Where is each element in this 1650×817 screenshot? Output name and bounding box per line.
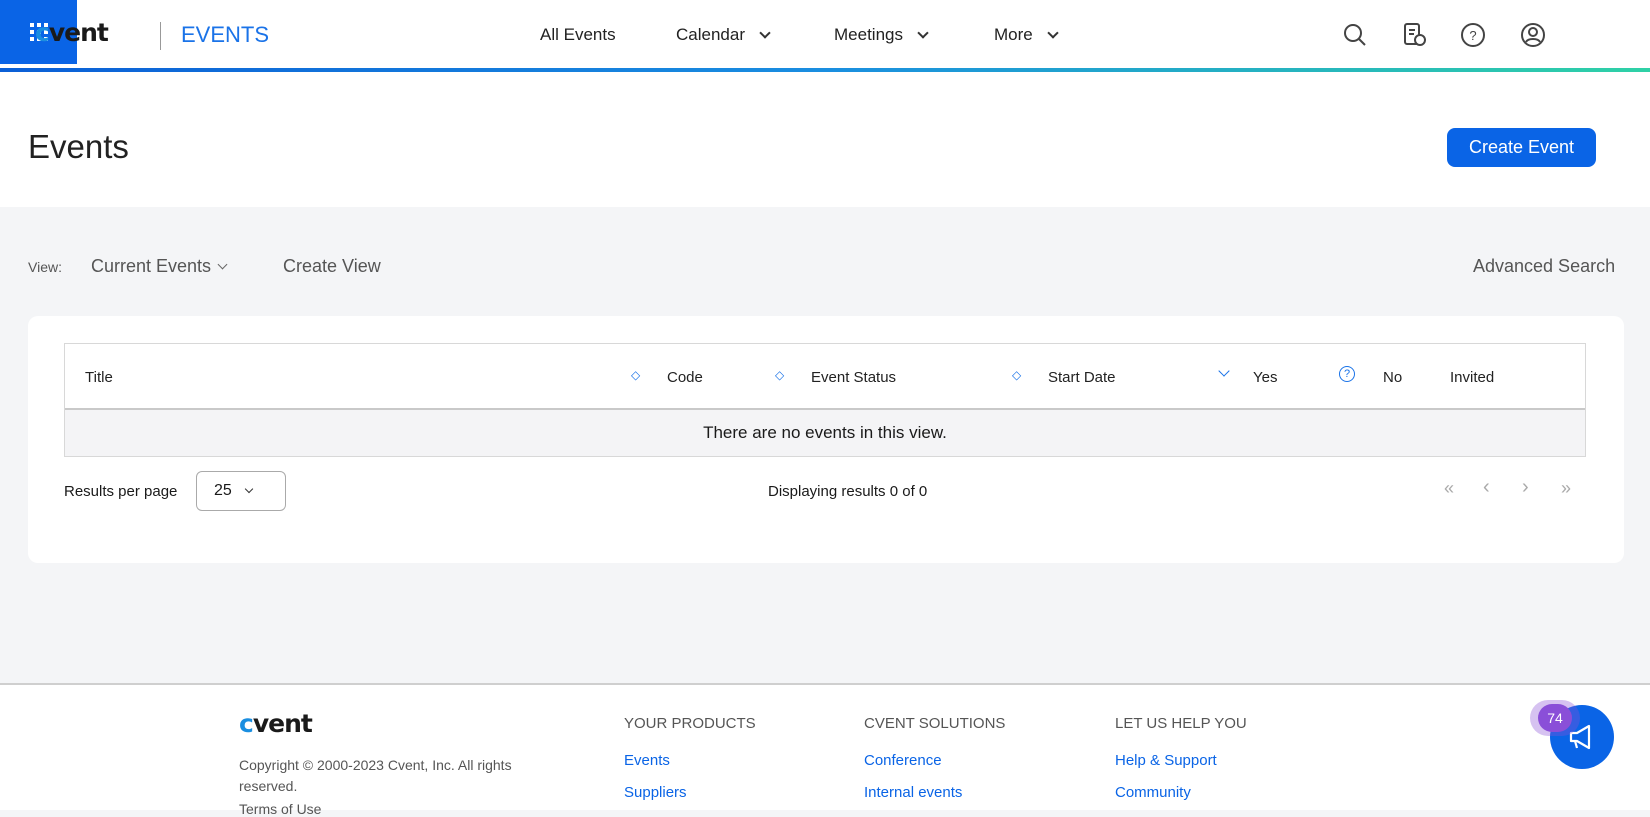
page-header: Events Create Event [0, 72, 1650, 207]
events-table: Title ◇ Code ◇ Event Status ◇ Start Date… [64, 343, 1586, 457]
nav-label: More [994, 25, 1033, 44]
sort-desc-icon[interactable] [1218, 365, 1230, 377]
footer-heading: LET US HELP YOU [1115, 715, 1247, 732]
per-page-select[interactable]: 25 [196, 471, 286, 511]
page-title: Events [28, 128, 129, 165]
footer-link-events[interactable]: Events [624, 752, 670, 769]
help-icon[interactable]: ? [1339, 366, 1355, 382]
create-event-button[interactable]: Create Event [1447, 128, 1596, 167]
column-event-status[interactable]: Event Status [811, 369, 896, 386]
nav-calendar[interactable]: Calendar [676, 25, 771, 45]
chevron-down-icon [217, 259, 228, 269]
chevron-down-icon [1047, 26, 1059, 39]
column-yes[interactable]: Yes [1253, 369, 1277, 386]
last-page-icon[interactable]: » [1561, 478, 1571, 499]
column-code[interactable]: Code [667, 369, 703, 386]
footer-link-community[interactable]: Community [1115, 784, 1191, 801]
divider [160, 22, 161, 50]
nav-label: All Events [540, 25, 616, 44]
cvent-logo[interactable]: cvent [35, 18, 109, 47]
nav-label: Calendar [676, 25, 745, 44]
footer-link-conference[interactable]: Conference [864, 752, 942, 769]
footer-link-internal-events[interactable]: Internal events [864, 784, 962, 801]
per-page-value: 25 [214, 482, 232, 499]
empty-message: There are no events in this view. [65, 408, 1585, 456]
notification-badge[interactable]: 74 [1530, 700, 1580, 736]
view-select[interactable]: Current Events [91, 256, 228, 277]
terms-link[interactable]: Terms of Use [239, 801, 321, 817]
column-no[interactable]: No [1383, 369, 1402, 386]
next-page-icon[interactable]: › [1522, 476, 1529, 499]
help-icon[interactable]: ? [1460, 22, 1486, 48]
prev-page-icon[interactable]: ‹ [1483, 476, 1490, 499]
first-page-icon[interactable]: « [1444, 478, 1454, 499]
results-per-page-label: Results per page [64, 483, 178, 500]
footer-logo: cvent [239, 709, 313, 738]
view-value: Current Events [91, 256, 212, 276]
copyright: Copyright © 2000-2023 Cvent, Inc. All ri… [239, 757, 512, 794]
product-name: EVENTS [181, 22, 270, 47]
column-invited[interactable]: Invited [1450, 369, 1494, 386]
column-title[interactable]: Title [85, 369, 113, 386]
search-icon[interactable] [1342, 22, 1368, 48]
top-navbar: cvent EVENTS All Events Calendar Meeting… [0, 0, 1650, 68]
sort-icon[interactable]: ◇ [631, 368, 640, 382]
report-clock-icon[interactable] [1402, 22, 1428, 48]
chevron-down-icon [759, 26, 771, 39]
sort-icon[interactable]: ◇ [775, 368, 784, 382]
footer-heading: CVENT SOLUTIONS [864, 715, 1006, 732]
footer-link-help-support[interactable]: Help & Support [1115, 752, 1217, 769]
footer: cvent Copyright © 2000-2023 Cvent, Inc. … [0, 683, 1650, 817]
view-label: View: [28, 259, 62, 275]
nav-all-events[interactable]: All Events [540, 25, 616, 45]
column-start-date[interactable]: Start Date [1048, 369, 1116, 386]
advanced-search-link[interactable]: Advanced Search [1473, 256, 1615, 277]
user-icon[interactable] [1520, 22, 1546, 48]
nav-meetings[interactable]: Meetings [834, 25, 929, 45]
sort-icon[interactable]: ◇ [1012, 368, 1021, 382]
footer-link-suppliers[interactable]: Suppliers [624, 784, 687, 801]
nav-more[interactable]: More [994, 25, 1059, 45]
results-summary: Displaying results 0 of 0 [768, 483, 928, 500]
nav-label: Meetings [834, 25, 903, 44]
chevron-down-icon [917, 26, 929, 39]
svg-text:?: ? [1469, 28, 1476, 43]
footer-heading: YOUR PRODUCTS [624, 715, 756, 732]
create-view-link[interactable]: Create View [283, 256, 381, 277]
badge-count: 74 [1538, 704, 1572, 732]
chevron-down-icon [244, 484, 254, 493]
